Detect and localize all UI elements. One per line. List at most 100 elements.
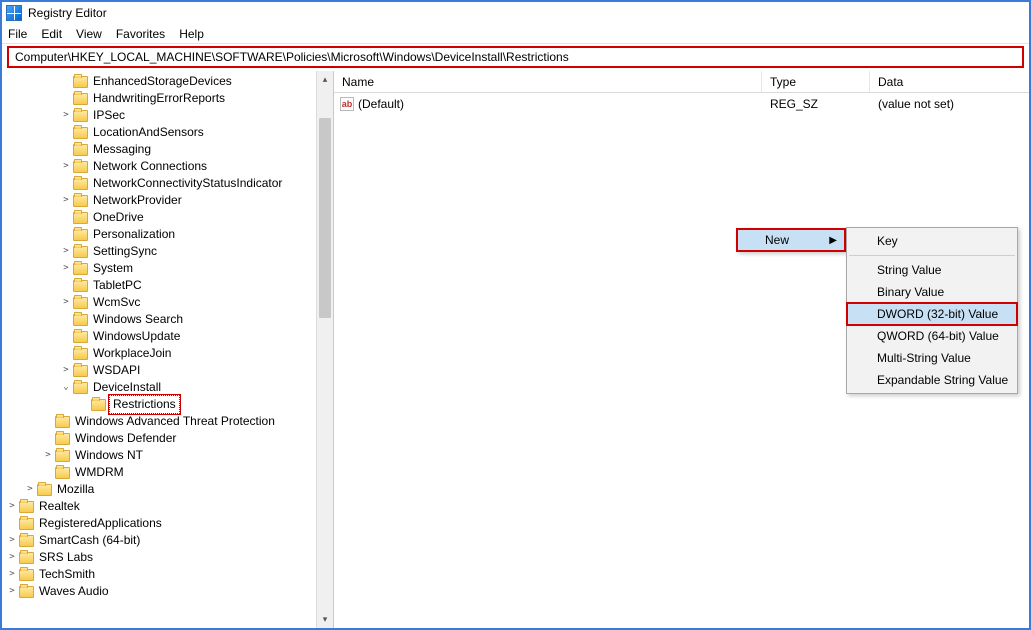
- list-pane[interactable]: Name Type Data ab (Default) REG_SZ (valu…: [334, 71, 1029, 628]
- expand-icon[interactable]: >: [6, 583, 18, 600]
- tree-item[interactable]: Restrictions: [2, 396, 333, 413]
- tree-pane[interactable]: EnhancedStorageDevicesHandwritingErrorRe…: [2, 71, 334, 628]
- ctx-multi[interactable]: Multi-String Value: [847, 347, 1017, 369]
- tree-item[interactable]: Windows Search: [2, 311, 333, 328]
- ctx-dword[interactable]: DWORD (32-bit) Value: [847, 303, 1017, 325]
- ctx-string[interactable]: String Value: [847, 259, 1017, 281]
- menu-edit[interactable]: Edit: [41, 27, 62, 41]
- tree-item-label: IPSec: [91, 107, 127, 124]
- title-bar: Registry Editor: [2, 2, 1029, 24]
- tree-item-label: TabletPC: [91, 277, 144, 294]
- scroll-track[interactable]: [317, 88, 333, 611]
- tree-item[interactable]: >NetworkProvider: [2, 192, 333, 209]
- context-menu[interactable]: New ▶: [736, 228, 846, 252]
- tree-item[interactable]: >System: [2, 260, 333, 277]
- tree-item[interactable]: >WSDAPI: [2, 362, 333, 379]
- tree-item[interactable]: NetworkConnectivityStatusIndicator: [2, 175, 333, 192]
- folder-icon: [73, 76, 88, 88]
- col-name[interactable]: Name: [334, 71, 762, 92]
- expand-icon[interactable]: >: [60, 158, 72, 175]
- expand-icon[interactable]: >: [42, 447, 54, 464]
- menu-help[interactable]: Help: [179, 27, 204, 41]
- tree-item[interactable]: >Mozilla: [2, 481, 333, 498]
- tree-item[interactable]: > SettingSync: [2, 243, 333, 260]
- tree-item[interactable]: > IPSec: [2, 107, 333, 124]
- expand-icon[interactable]: >: [60, 192, 72, 209]
- ctx-binary[interactable]: Binary Value: [847, 281, 1017, 303]
- tree-scrollbar[interactable]: ▴ ▾: [316, 71, 333, 628]
- expand-icon[interactable]: >: [60, 107, 72, 124]
- expand-icon[interactable]: ⌄: [60, 379, 72, 396]
- expand-icon[interactable]: >: [6, 532, 18, 549]
- folder-icon: [73, 127, 88, 139]
- tree-item[interactable]: >Windows NT: [2, 447, 333, 464]
- expand-icon[interactable]: >: [24, 481, 36, 498]
- tree-item-label: SettingSync: [91, 243, 159, 260]
- tree-item-label: Network Connections: [91, 158, 209, 175]
- scroll-thumb[interactable]: [319, 118, 331, 318]
- address-bar[interactable]: Computer\HKEY_LOCAL_MACHINE\SOFTWARE\Pol…: [8, 47, 1023, 67]
- tree-item[interactable]: Windows Defender: [2, 430, 333, 447]
- tree-item[interactable]: ⌄DeviceInstall: [2, 379, 333, 396]
- scroll-down-icon[interactable]: ▾: [317, 611, 333, 628]
- folder-icon: [73, 263, 88, 275]
- folder-icon: [19, 586, 34, 598]
- tree-item[interactable]: HandwritingErrorReports: [2, 90, 333, 107]
- tree-item[interactable]: >SRS Labs: [2, 549, 333, 566]
- tree-item[interactable]: TabletPC: [2, 277, 333, 294]
- menu-favorites[interactable]: Favorites: [116, 27, 165, 41]
- value-data: (value not set): [870, 97, 1029, 111]
- col-data[interactable]: Data: [870, 71, 1029, 92]
- menu-file[interactable]: File: [8, 27, 27, 41]
- folder-icon: [55, 467, 70, 479]
- tree-item[interactable]: LocationAndSensors: [2, 124, 333, 141]
- ctx-key[interactable]: Key: [847, 230, 1017, 252]
- list-row[interactable]: ab (Default) REG_SZ (value not set): [334, 95, 1029, 113]
- tree-item-label: LocationAndSensors: [91, 124, 206, 141]
- tree-item-label: HandwritingErrorReports: [91, 90, 227, 107]
- tree-item[interactable]: > Network Connections: [2, 158, 333, 175]
- expand-icon[interactable]: >: [60, 294, 72, 311]
- window-title: Registry Editor: [28, 6, 107, 20]
- tree-item[interactable]: WindowsUpdate: [2, 328, 333, 345]
- tree-item[interactable]: > SmartCash (64-bit): [2, 532, 333, 549]
- scroll-up-icon[interactable]: ▴: [317, 71, 333, 88]
- expand-icon[interactable]: >: [60, 260, 72, 277]
- expand-icon[interactable]: >: [60, 362, 72, 379]
- tree-item[interactable]: Windows Advanced Threat Protection: [2, 413, 333, 430]
- tree-item-label: Windows Defender: [73, 430, 178, 447]
- ctx-qword[interactable]: QWORD (64-bit) Value: [847, 325, 1017, 347]
- tree-item[interactable]: RegisteredApplications: [2, 515, 333, 532]
- tree-item-label: Realtek: [37, 498, 82, 515]
- tree-item[interactable]: WorkplaceJoin: [2, 345, 333, 362]
- folder-icon: [19, 569, 34, 581]
- tree-item-label: WcmSvc: [91, 294, 142, 311]
- tree-item[interactable]: OneDrive: [2, 209, 333, 226]
- tree-item-label: SmartCash (64-bit): [37, 532, 142, 549]
- context-submenu[interactable]: Key String Value Binary Value DWORD (32-…: [846, 227, 1018, 394]
- tree-item[interactable]: WMDRM: [2, 464, 333, 481]
- tree-item[interactable]: >Waves Audio: [2, 583, 333, 600]
- tree-item[interactable]: > WcmSvc: [2, 294, 333, 311]
- tree: EnhancedStorageDevicesHandwritingErrorRe…: [2, 73, 333, 600]
- ctx-expand[interactable]: Expandable String Value: [847, 369, 1017, 391]
- folder-icon: [91, 399, 106, 411]
- value-name: (Default): [358, 97, 404, 111]
- menu-view[interactable]: View: [76, 27, 102, 41]
- folder-icon: [73, 110, 88, 122]
- tree-item[interactable]: > Realtek: [2, 498, 333, 515]
- folder-icon: [73, 212, 88, 224]
- tree-item-label: OneDrive: [91, 209, 146, 226]
- folder-icon: [73, 161, 88, 173]
- expand-icon[interactable]: >: [6, 566, 18, 583]
- expand-icon[interactable]: >: [6, 549, 18, 566]
- ctx-new[interactable]: New ▶: [737, 229, 845, 251]
- tree-item-label: Windows Search: [91, 311, 185, 328]
- col-type[interactable]: Type: [762, 71, 870, 92]
- tree-item[interactable]: >TechSmith: [2, 566, 333, 583]
- tree-item[interactable]: Messaging: [2, 141, 333, 158]
- tree-item[interactable]: Personalization: [2, 226, 333, 243]
- expand-icon[interactable]: >: [60, 243, 72, 260]
- expand-icon[interactable]: >: [6, 498, 18, 515]
- tree-item[interactable]: EnhancedStorageDevices: [2, 73, 333, 90]
